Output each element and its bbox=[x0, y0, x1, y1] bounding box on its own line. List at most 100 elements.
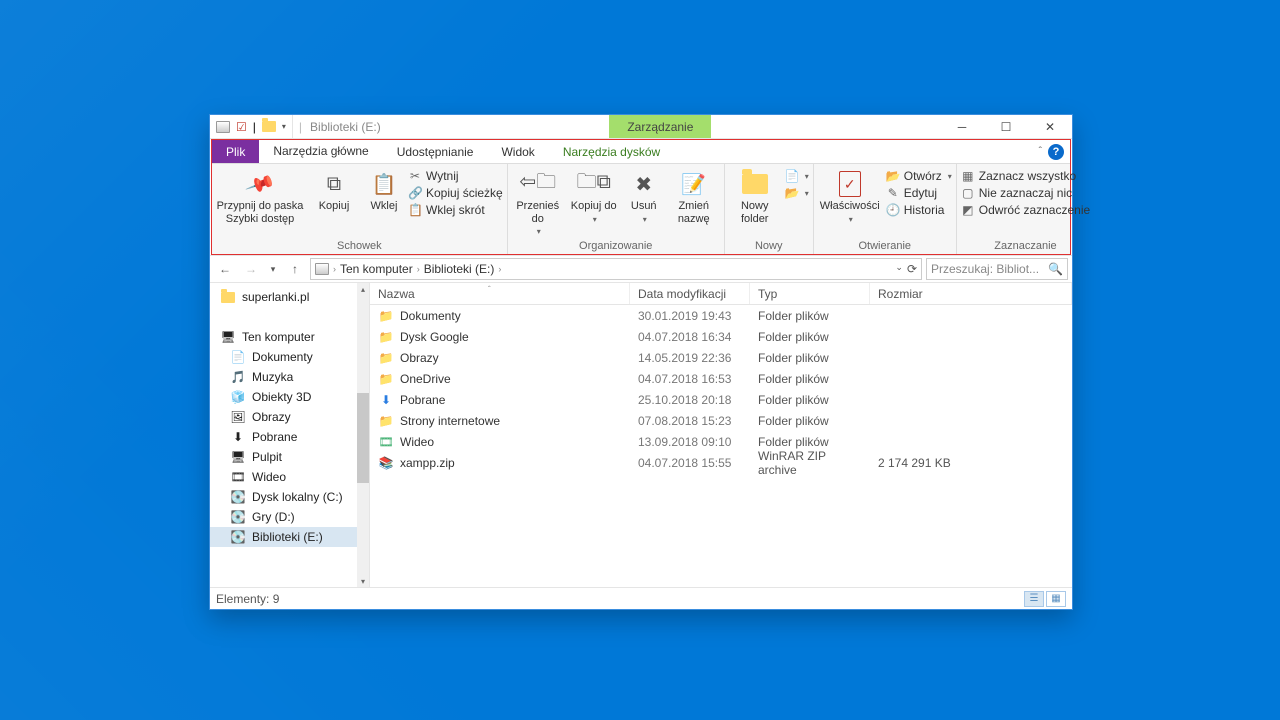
nav-item[interactable]: 💽Gry (D:) bbox=[210, 507, 369, 527]
tab-home[interactable]: Narzędzia główne bbox=[259, 140, 382, 163]
scroll-down-button[interactable]: ▾ bbox=[357, 575, 369, 587]
address-bar[interactable]: › Ten komputer› Biblioteki (E:)› ⌄ ⟳ bbox=[310, 258, 922, 280]
nav-up-button[interactable]: ↑ bbox=[284, 258, 306, 280]
close-button[interactable]: ✕ bbox=[1028, 115, 1072, 138]
file-date: 30.01.2019 19:43 bbox=[630, 309, 750, 323]
nav-forward-button[interactable]: → bbox=[240, 258, 262, 280]
paste-shortcut-label: Wklej skrót bbox=[426, 203, 485, 217]
scroll-up-button[interactable]: ▴ bbox=[357, 283, 369, 295]
folder-icon: 📁 bbox=[378, 309, 394, 323]
maximize-button[interactable]: ☐ bbox=[984, 115, 1028, 138]
tab-share[interactable]: Udostępnianie bbox=[383, 140, 488, 163]
check-icon: ☑ bbox=[236, 120, 247, 134]
pin-to-quick-access-button[interactable]: 📌 Przypnij do paska Szybki dostęp bbox=[216, 166, 304, 225]
download-icon: ⬇ bbox=[378, 393, 394, 407]
nav-item[interactable]: 🖼Obrazy bbox=[210, 407, 369, 427]
video-icon: 🎞 bbox=[378, 435, 394, 449]
easy-access-button[interactable]: 📂▾ bbox=[785, 186, 809, 200]
ribbon-highlight-box: Plik Narzędzia główne Udostępnianie Wido… bbox=[211, 139, 1071, 255]
qat-dropdown[interactable]: ▾ bbox=[282, 122, 286, 131]
ribbon-collapse-icon[interactable]: ˆ bbox=[1039, 146, 1042, 157]
context-tab-manage[interactable]: Zarządzanie bbox=[609, 115, 711, 138]
cut-button[interactable]: ✂Wytnij bbox=[408, 169, 503, 183]
cut-label: Wytnij bbox=[426, 169, 459, 183]
folder-icon: 📁 bbox=[378, 414, 394, 428]
file-name: Wideo bbox=[400, 435, 434, 449]
group-label-organize: Organizowanie bbox=[512, 238, 720, 254]
new-item-button[interactable]: 📄▾ bbox=[785, 169, 809, 183]
column-date[interactable]: Data modyfikacji bbox=[630, 283, 750, 304]
view-details-button[interactable]: ☰ bbox=[1024, 591, 1044, 607]
tab-view[interactable]: Widok bbox=[487, 140, 548, 163]
file-date: 04.07.2018 15:55 bbox=[630, 456, 750, 470]
new-folder-button[interactable]: Nowy folder bbox=[729, 166, 781, 225]
address-dropdown-icon[interactable]: ⌄ bbox=[895, 262, 903, 276]
column-name[interactable]: Nazwa bbox=[370, 283, 630, 304]
properties-button[interactable]: Właściwości▾ bbox=[818, 166, 882, 224]
nav-back-button[interactable]: ← bbox=[214, 258, 236, 280]
ribbon: 📌 Przypnij do paska Szybki dostęp ⧉ Kopi… bbox=[212, 164, 1070, 254]
table-row[interactable]: 📁Obrazy14.05.2019 22:36Folder plików bbox=[370, 347, 1072, 368]
nav-item[interactable]: 🎞Wideo bbox=[210, 467, 369, 487]
invert-selection-button[interactable]: ◩Odwróć zaznaczenie bbox=[961, 203, 1090, 217]
table-row[interactable]: 📁OneDrive04.07.2018 16:53Folder plików bbox=[370, 368, 1072, 389]
tab-file[interactable]: Plik bbox=[212, 140, 259, 163]
nav-item[interactable]: 💽Biblioteki (E:) bbox=[210, 527, 369, 547]
file-type: Folder plików bbox=[750, 330, 870, 344]
drive-icon bbox=[315, 263, 329, 275]
copy-button[interactable]: ⧉ Kopiuj bbox=[308, 166, 360, 213]
file-name: Strony internetowe bbox=[400, 414, 500, 428]
column-size[interactable]: Rozmiar bbox=[870, 283, 1072, 304]
status-bar: Elementy: 9 ☰ ▦ bbox=[210, 587, 1072, 609]
copy-path-button[interactable]: 🔗Kopiuj ścieżkę bbox=[408, 186, 503, 200]
zip-icon: 📚 bbox=[378, 456, 394, 470]
ribbon-tabs: Plik Narzędzia główne Udostępnianie Wido… bbox=[212, 140, 1070, 164]
table-row[interactable]: 📁Strony internetowe07.08.2018 15:23Folde… bbox=[370, 410, 1072, 431]
rename-button[interactable]: 📝 Zmień nazwę bbox=[668, 166, 720, 225]
move-to-label: Przenieś do bbox=[512, 200, 564, 225]
refresh-button[interactable]: ⟳ bbox=[907, 262, 917, 276]
table-row[interactable]: 📁Dokumenty30.01.2019 19:43Folder plików bbox=[370, 305, 1072, 326]
select-all-button[interactable]: ▦Zaznacz wszystko bbox=[961, 169, 1090, 183]
window-title: Biblioteki (E:) bbox=[302, 120, 381, 134]
paste-button[interactable]: 📋 Wklej bbox=[364, 166, 404, 213]
rename-label: Zmień nazwę bbox=[668, 200, 720, 225]
nav-history-dropdown[interactable]: ▾ bbox=[266, 258, 280, 280]
view-large-icons-button[interactable]: ▦ bbox=[1046, 591, 1066, 607]
nav-item[interactable]: 🎵Muzyka bbox=[210, 367, 369, 387]
delete-button[interactable]: ✖ Usuń▾ bbox=[624, 166, 664, 224]
help-button[interactable]: ? bbox=[1048, 144, 1064, 160]
group-label-new: Nowy bbox=[729, 238, 809, 254]
select-none-button[interactable]: ▢Nie zaznaczaj nic bbox=[961, 186, 1090, 200]
column-type[interactable]: Typ bbox=[750, 283, 870, 304]
table-row[interactable]: 🎞Wideo13.09.2018 09:10Folder plików bbox=[370, 431, 1072, 452]
folder-icon bbox=[221, 292, 235, 303]
open-button[interactable]: 📂Otwórz▾ bbox=[886, 169, 952, 183]
breadcrumb-segment[interactable]: Ten komputer bbox=[340, 262, 413, 276]
scrollbar-thumb[interactable] bbox=[357, 393, 369, 483]
history-button[interactable]: 🕘Historia bbox=[886, 203, 952, 217]
tab-disk-tools[interactable]: Narzędzia dysków bbox=[549, 140, 674, 163]
nav-item[interactable]: ⬇Pobrane bbox=[210, 427, 369, 447]
move-to-button[interactable]: ⇦🗀 Przenieś do▾ bbox=[512, 166, 564, 236]
copy-to-button[interactable]: 🗀⧉ Kopiuj do▾ bbox=[568, 166, 620, 224]
file-name: xampp.zip bbox=[400, 456, 455, 470]
file-name: Pobrane bbox=[400, 393, 445, 407]
nav-item[interactable]: 📄Dokumenty bbox=[210, 347, 369, 367]
table-row[interactable]: 📁Dysk Google04.07.2018 16:34Folder plikó… bbox=[370, 326, 1072, 347]
edit-button[interactable]: ✎Edytuj bbox=[886, 186, 952, 200]
search-box[interactable]: Przeszukaj: Bibliot... 🔍 bbox=[926, 258, 1068, 280]
table-row[interactable]: ⬇Pobrane25.10.2018 20:18Folder plików bbox=[370, 389, 1072, 410]
nav-item[interactable]: 💽Dysk lokalny (C:) bbox=[210, 487, 369, 507]
table-row[interactable]: 📚xampp.zip04.07.2018 15:55WinRAR ZIP arc… bbox=[370, 452, 1072, 473]
search-icon: 🔍 bbox=[1048, 262, 1063, 276]
breadcrumb-segment[interactable]: Biblioteki (E:) bbox=[424, 262, 495, 276]
paste-shortcut-button[interactable]: 📋Wklej skrót bbox=[408, 203, 503, 217]
select-none-label: Nie zaznaczaj nic bbox=[979, 186, 1072, 200]
minimize-button[interactable]: ─ bbox=[940, 115, 984, 138]
nav-item-quick[interactable]: superlanki.pl bbox=[210, 287, 369, 307]
nav-item[interactable]: 🖥Pulpit bbox=[210, 447, 369, 467]
file-name: Dokumenty bbox=[400, 309, 461, 323]
nav-item-this-pc[interactable]: 🖥Ten komputer bbox=[210, 327, 369, 347]
nav-item[interactable]: 🧊Obiekty 3D bbox=[210, 387, 369, 407]
